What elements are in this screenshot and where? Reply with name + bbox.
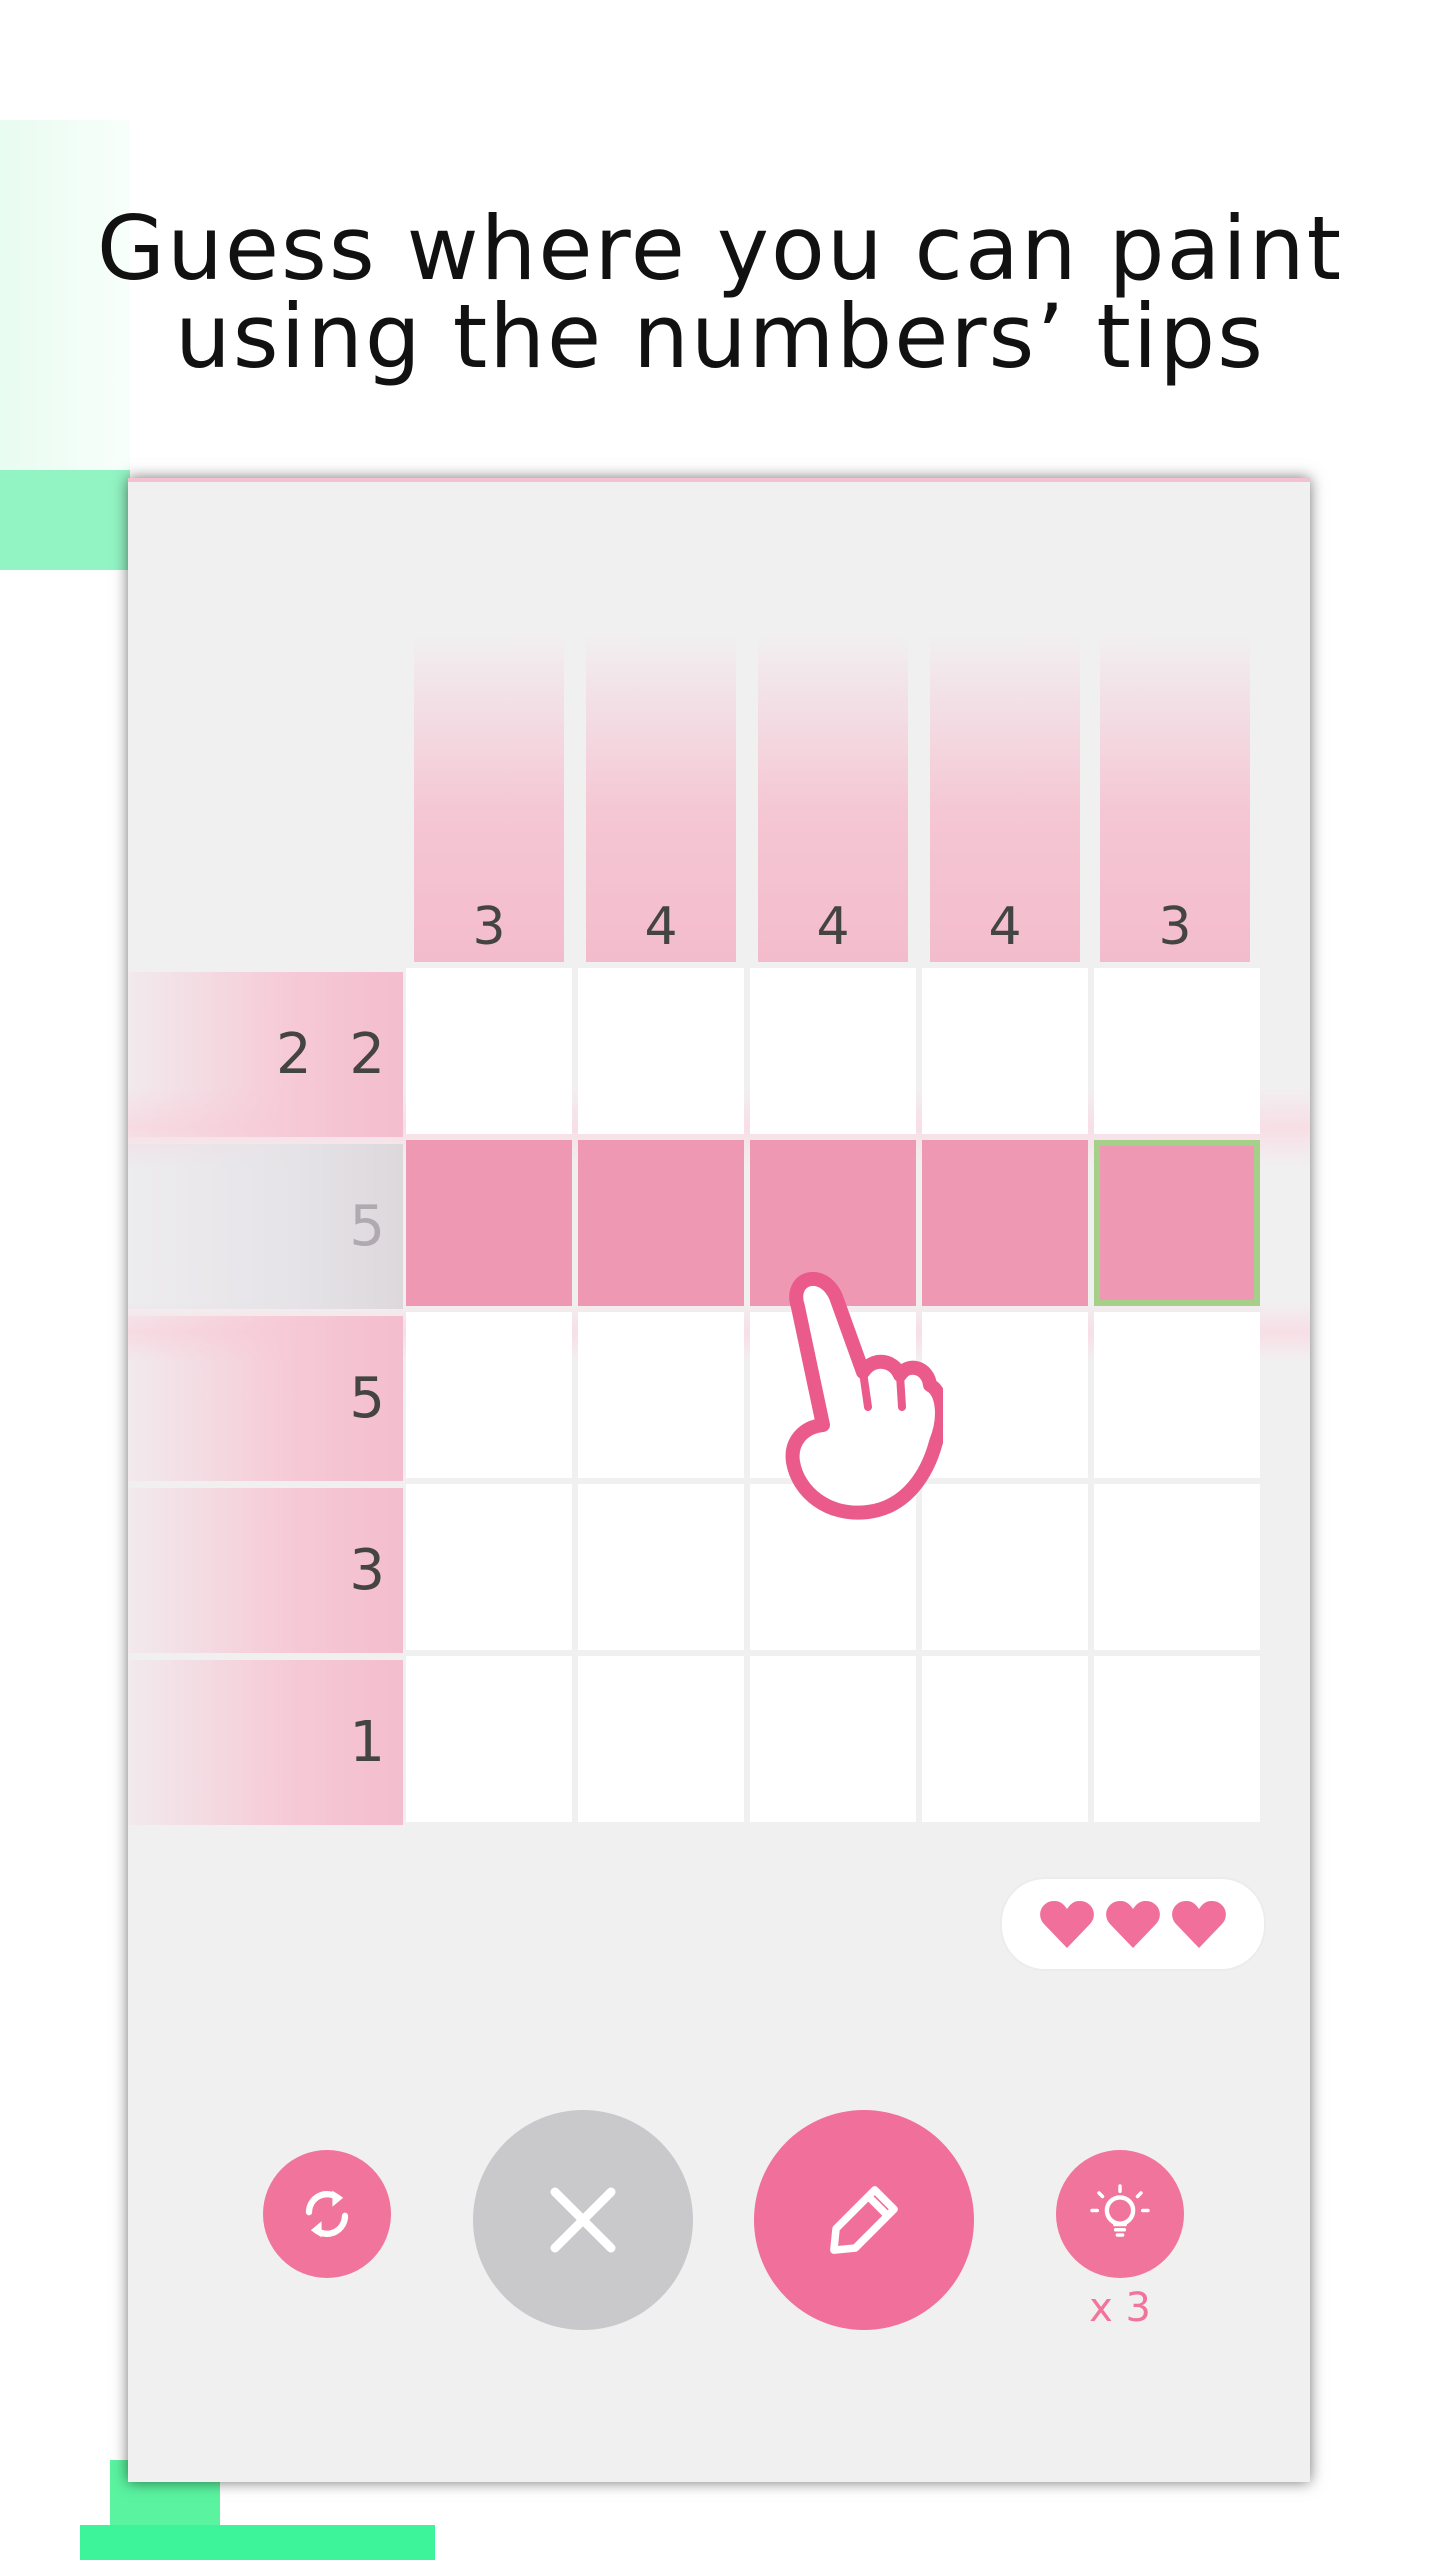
hint-button[interactable]: [1056, 2150, 1184, 2278]
row-hint: 5: [128, 1316, 403, 1481]
grid-cell-r0-c0[interactable]: [406, 968, 572, 1134]
grid-cell-r2-c1[interactable]: [578, 1312, 744, 1478]
column-hint: 3: [1100, 632, 1250, 962]
row-hint: 2 2: [128, 972, 403, 1137]
grid-cell-r4-c0[interactable]: [406, 1656, 572, 1822]
reset-button[interactable]: [263, 2150, 391, 2278]
headline-line-1: Guess where you can paint: [96, 197, 1344, 300]
refresh-icon: [305, 2190, 349, 2238]
row-hint-number: 2 2: [275, 1022, 385, 1087]
grid-cell-r3-c1[interactable]: [578, 1484, 744, 1650]
headline-line-2: using the numbers’ tips: [175, 285, 1265, 388]
lives-indicator: [1000, 1877, 1266, 1971]
game-screen: 3 4 4 4 3 2 2 5 5 3 1 x 3: [128, 478, 1310, 2482]
grid-cell-r4-c3[interactable]: [922, 1656, 1088, 1822]
headline: Guess where you can paint using the numb…: [0, 205, 1440, 381]
grid-cell-r0-c4[interactable]: [1094, 968, 1260, 1134]
decor-green-block: [80, 2525, 435, 2560]
paint-mode-button[interactable]: [754, 2110, 974, 2330]
column-hint: 4: [930, 632, 1080, 962]
grid-cell-r3-c3[interactable]: [922, 1484, 1088, 1650]
column-hint: 3: [414, 632, 564, 962]
row-hint-number: 1: [349, 1710, 385, 1775]
heart-icon: [1106, 1900, 1160, 1948]
grid-cell-r0-c2[interactable]: [750, 968, 916, 1134]
column-hint-number: 4: [816, 897, 850, 957]
column-hint-number: 4: [988, 897, 1022, 957]
column-hint: 4: [586, 632, 736, 962]
column-hint-number: 3: [1158, 897, 1192, 957]
grid-cell-r4-c4[interactable]: [1094, 1656, 1260, 1822]
decor-green-block: [0, 470, 130, 570]
grid-cell-r2-c0[interactable]: [406, 1312, 572, 1478]
grid-cell-r0-c1[interactable]: [578, 968, 744, 1134]
hint-count: x 3: [1089, 2285, 1151, 2331]
lightbulb-icon: [1090, 2184, 1150, 2237]
heart-icon: [1172, 1900, 1226, 1948]
row-hint-active: 5: [128, 1144, 403, 1309]
column-hint-number: 4: [644, 897, 678, 957]
pointing-hand-icon: [768, 1267, 949, 1527]
row-hint-number: 3: [349, 1538, 385, 1603]
grid-cell-r2-c4[interactable]: [1094, 1312, 1260, 1478]
grid-cell-r2-c3[interactable]: [922, 1312, 1088, 1478]
grid-cell-r1-c4[interactable]: [1094, 1140, 1260, 1306]
cross-icon: [550, 2187, 616, 2253]
grid-cell-r3-c0[interactable]: [406, 1484, 572, 1650]
pencil-icon: [830, 2186, 898, 2254]
row-hint: 1: [128, 1660, 403, 1825]
grid-cell-r4-c2[interactable]: [750, 1656, 916, 1822]
column-hint: 4: [758, 632, 908, 962]
row-hint-number: 5: [349, 1366, 385, 1431]
heart-icon: [1040, 1900, 1094, 1948]
row-hint-number: 5: [349, 1194, 385, 1259]
column-hint-number: 3: [472, 897, 506, 957]
grid-cell-r1-c1[interactable]: [578, 1140, 744, 1306]
grid-cell-r3-c4[interactable]: [1094, 1484, 1260, 1650]
grid-cell-r1-c3[interactable]: [922, 1140, 1088, 1306]
grid-cell-r4-c1[interactable]: [578, 1656, 744, 1822]
grid-cell-r1-c0[interactable]: [406, 1140, 572, 1306]
cross-mode-button[interactable]: [473, 2110, 693, 2330]
row-hint: 3: [128, 1488, 403, 1653]
grid-cell-r0-c3[interactable]: [922, 968, 1088, 1134]
